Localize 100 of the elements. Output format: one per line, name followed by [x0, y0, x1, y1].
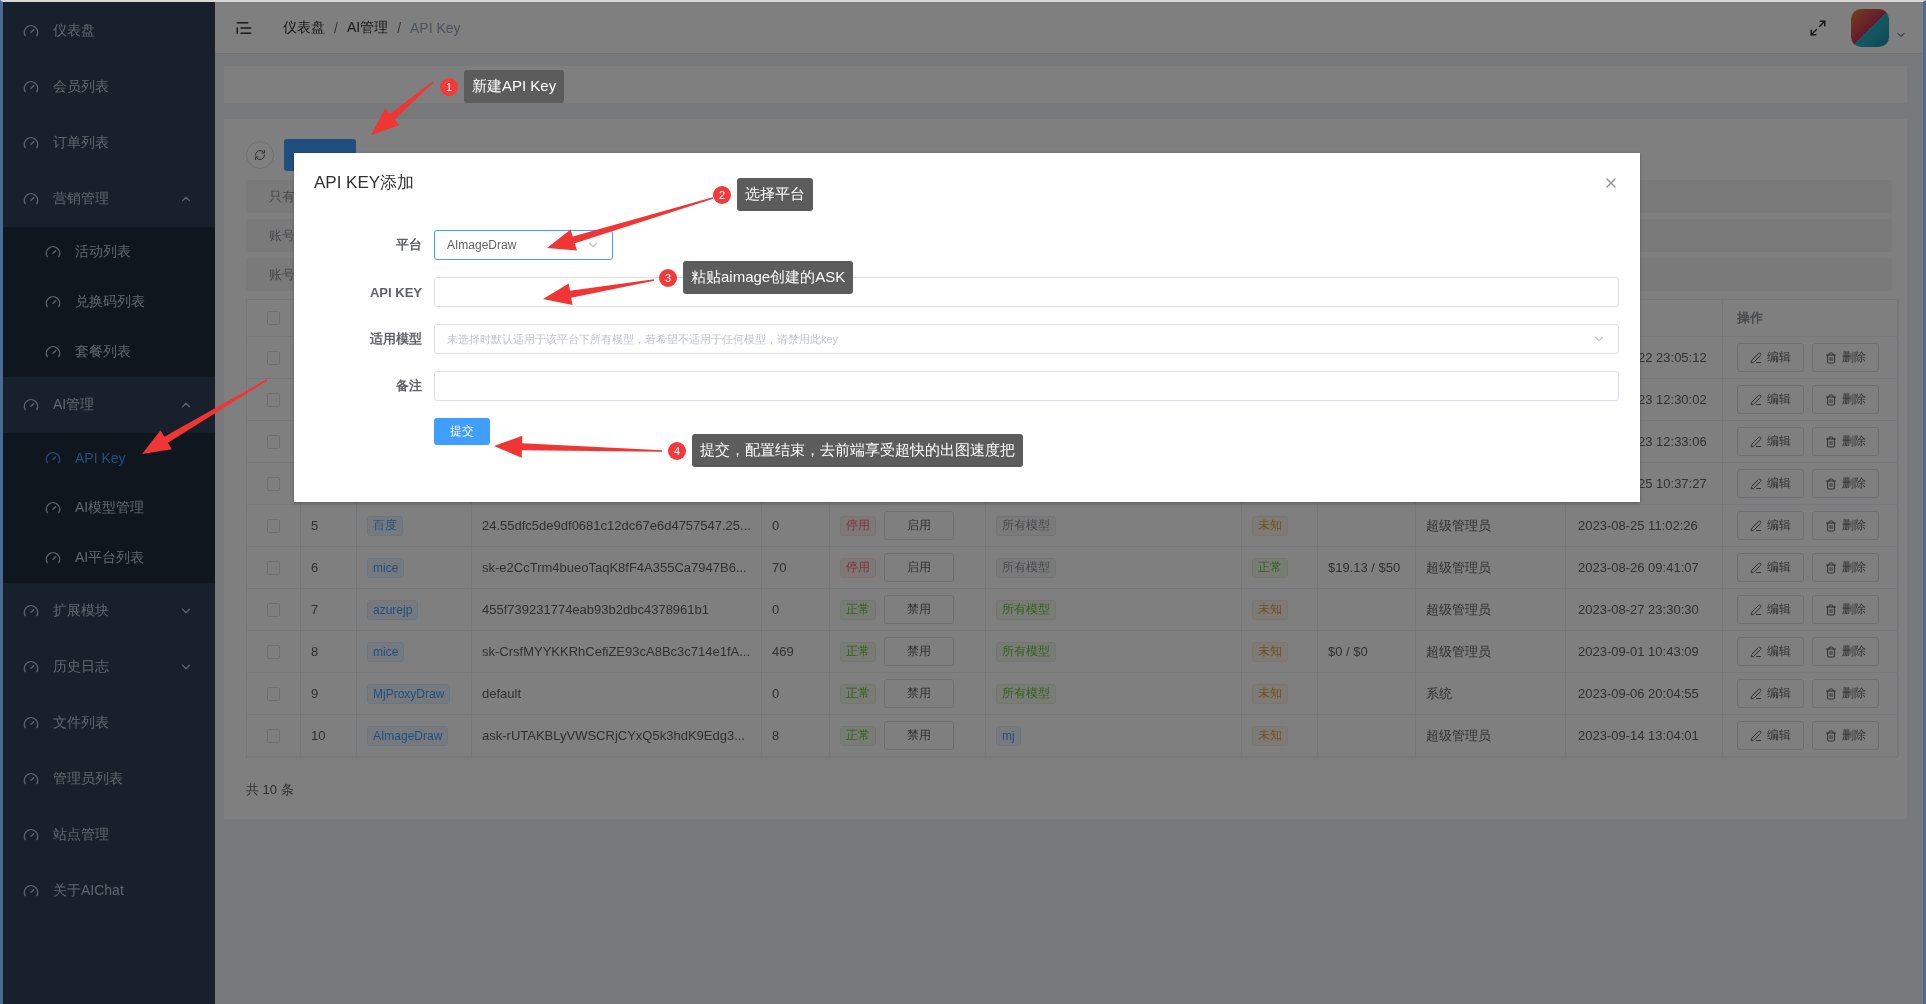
edit-button[interactable]: 编辑 [1737, 553, 1804, 582]
sidebar-item[interactable]: 关于AIChat [3, 863, 215, 919]
trash-icon [1825, 645, 1837, 658]
table-cell: 0 [772, 518, 780, 533]
sidebar-item[interactable]: 扩展模块 [3, 583, 215, 639]
select-field[interactable]: AImageDraw [434, 230, 613, 260]
sidebar-item[interactable]: 站点管理 [3, 807, 215, 863]
gauge-icon [23, 715, 39, 731]
refresh-button[interactable] [246, 141, 274, 169]
table-cell: 系统 [1426, 684, 1452, 703]
pencil-icon [1750, 561, 1762, 574]
sidebar-subitem[interactable]: 兑换码列表 [3, 277, 215, 327]
field-label: API KEY [369, 284, 422, 300]
delete-button[interactable]: 删除 [1812, 679, 1879, 708]
edit-button[interactable]: 编辑 [1737, 637, 1804, 666]
edit-button[interactable]: 编辑 [1737, 595, 1804, 624]
annotation-arrow [371, 81, 434, 135]
gauge-icon [23, 79, 39, 95]
edit-button[interactable]: 编辑 [1737, 469, 1804, 498]
gauge-icon [45, 244, 61, 260]
breadcrumb-item[interactable]: AI管理 [346, 18, 389, 37]
pencil-icon [1750, 435, 1762, 448]
pencil-icon [1750, 351, 1762, 364]
delete-button[interactable]: 删除 [1812, 595, 1879, 624]
edit-button[interactable]: 编辑 [1737, 385, 1804, 414]
platform-tag: 百度 [367, 515, 403, 536]
platform-tag: AImageDraw [367, 725, 449, 746]
annotation-callout: 新建API Key [464, 70, 565, 103]
sidebar-subitem[interactable]: 套餐列表 [3, 327, 215, 377]
check-tag: 正常 [1252, 557, 1288, 578]
delete-button[interactable]: 删除 [1812, 637, 1879, 666]
table-cell: 超级管理员 [1426, 642, 1491, 661]
edit-button[interactable]: 编辑 [1737, 427, 1804, 456]
textarea-field[interactable] [434, 371, 1619, 401]
user-avatar[interactable] [1851, 8, 1889, 47]
gauge-icon [45, 294, 61, 310]
pencil-icon [1750, 477, 1762, 490]
field-label: 适用模型 [369, 330, 422, 348]
trash-icon [1825, 561, 1837, 574]
sidebar-subitem[interactable]: AI模型管理 [3, 483, 215, 533]
breadcrumb-item[interactable]: 仪表盘 [283, 18, 325, 37]
table-cell: 0 [772, 602, 780, 617]
sidebar-item[interactable]: 文件列表 [3, 695, 215, 751]
check-tag: 未知 [1252, 641, 1288, 662]
submit-button[interactable]: 提交 [434, 418, 490, 445]
toggle-button[interactable]: 禁用 [884, 637, 954, 666]
refresh-icon [254, 149, 266, 161]
toggle-button[interactable]: 禁用 [884, 595, 954, 624]
table-cell: 469 [772, 644, 794, 659]
gauge-icon [23, 771, 39, 787]
table-cell: 超级管理员 [1426, 600, 1491, 619]
sidebar-item[interactable]: 仪表盘 [3, 3, 215, 59]
toggle-button[interactable]: 启用 [884, 511, 954, 540]
table-cell: 6 [311, 560, 319, 575]
sidebar-item[interactable]: 管理员列表 [3, 751, 215, 807]
delete-button[interactable]: 删除 [1812, 343, 1879, 372]
trash-icon [1825, 603, 1837, 616]
edit-button[interactable]: 编辑 [1737, 679, 1804, 708]
sidebar-item[interactable]: 历史日志 [3, 639, 215, 695]
annotation-callout: 选择平台 [737, 178, 813, 211]
table-cell: 超级管理员 [1426, 726, 1491, 745]
model-tag: 所有模型 [996, 641, 1056, 662]
gauge-icon [45, 344, 61, 360]
status-tag: 正常 [840, 599, 876, 620]
toggle-button[interactable]: 禁用 [884, 679, 954, 708]
trash-icon [1825, 393, 1837, 406]
delete-button[interactable]: 删除 [1812, 469, 1879, 498]
fullscreen-icon[interactable] [1809, 18, 1827, 37]
sidebar-subitem[interactable]: AI平台列表 [3, 533, 215, 583]
edit-button[interactable]: 编辑 [1737, 721, 1804, 750]
status-tag: 停用 [840, 515, 876, 536]
check-tag: 未知 [1252, 599, 1288, 620]
delete-button[interactable]: 删除 [1812, 385, 1879, 414]
trash-icon [1825, 519, 1837, 532]
sidebar-item[interactable]: 会员列表 [3, 59, 215, 115]
table-cell: 2023-09-14 13:04:01 [1578, 728, 1699, 743]
delete-button[interactable]: 删除 [1812, 721, 1879, 750]
gauge-icon [45, 500, 61, 516]
sidebar-subitem[interactable]: 活动列表 [3, 227, 215, 277]
delete-button[interactable]: 删除 [1812, 511, 1879, 540]
breadcrumb-separator: / [334, 19, 338, 36]
pencil-icon [1750, 687, 1762, 700]
pencil-icon [1750, 729, 1762, 742]
delete-button[interactable]: 删除 [1812, 427, 1879, 456]
check-tag: 未知 [1252, 725, 1288, 746]
gauge-icon [23, 603, 39, 619]
sidebar-item[interactable]: 订单列表 [3, 115, 215, 171]
table-cell: default [482, 686, 522, 701]
edit-button[interactable]: 编辑 [1737, 343, 1804, 372]
table-cell: ask-rUTAKBLyVWSCRjCYxQ5k3hdK9Edg3... [482, 728, 745, 743]
sidebar-item[interactable]: AI管理 [3, 377, 215, 433]
sidebar-subitem[interactable]: API Key [3, 433, 215, 483]
pencil-icon [1750, 519, 1762, 532]
sidebar-item[interactable]: 营销管理 [3, 171, 215, 227]
toggle-button[interactable]: 启用 [884, 553, 954, 582]
check-tag: 未知 [1252, 683, 1288, 704]
toggle-button[interactable]: 禁用 [884, 721, 954, 750]
delete-button[interactable]: 删除 [1812, 553, 1879, 582]
edit-button[interactable]: 编辑 [1737, 511, 1804, 540]
model-tag: 所有模型 [996, 599, 1056, 620]
